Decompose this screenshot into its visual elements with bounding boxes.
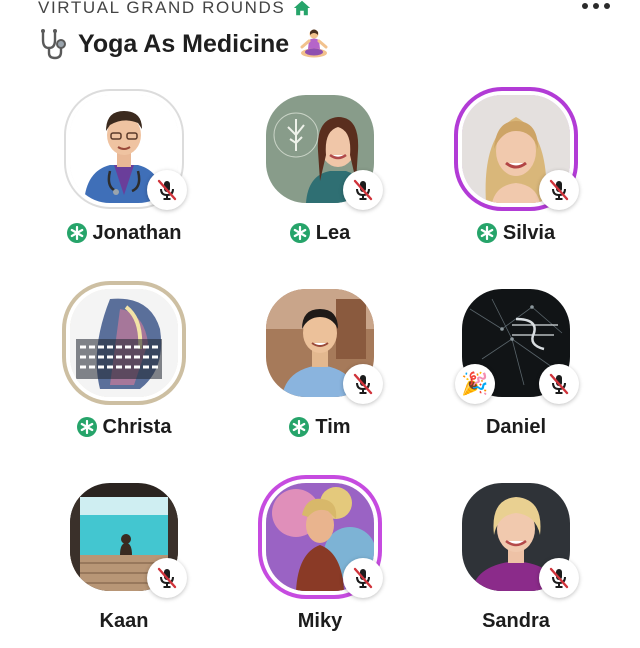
speaker-tile[interactable]: Christa: [44, 284, 204, 454]
speaker-tile[interactable]: 🎉 Daniel: [436, 284, 596, 454]
room-title-text: Yoga As Medicine: [78, 29, 290, 58]
avatar-wrap: [65, 90, 187, 210]
speaker-name: Daniel: [485, 415, 547, 438]
stethoscope-icon: [41, 29, 66, 60]
mute-badge: [343, 558, 383, 598]
club-name[interactable]: VIRTUAL GRAND ROUNDS: [38, 0, 285, 18]
club-header[interactable]: VIRTUAL GRAND ROUNDS: [38, 0, 311, 20]
name-row: Kaan: [100, 608, 149, 634]
speaker-name: Tim: [315, 415, 351, 438]
name-row: Jonathan: [66, 220, 182, 246]
mic-muted-icon: [549, 567, 569, 589]
moderator-icon: [76, 417, 97, 437]
name-row: Sandra: [482, 608, 550, 634]
mic-muted-icon: [549, 373, 569, 395]
avatar-wrap: [261, 284, 383, 404]
avatar-wrap: [457, 90, 579, 210]
moderator-icon: [289, 417, 310, 437]
speaker-name: Kaan: [99, 609, 149, 632]
mute-badge: [343, 170, 383, 210]
mute-badge: [343, 364, 383, 404]
name-row: Silvia: [476, 220, 556, 246]
speaker-tile[interactable]: Lea: [240, 90, 400, 260]
mute-badge: [147, 170, 187, 210]
mic-muted-icon: [157, 567, 177, 589]
avatar-image: [70, 289, 178, 397]
mic-muted-icon: [157, 179, 177, 201]
speaker-name: Christa: [102, 415, 172, 438]
speaker-tile[interactable]: Tim: [240, 284, 400, 454]
house-icon: [294, 0, 311, 16]
moderator-icon: [476, 223, 497, 243]
more-icon[interactable]: [582, 3, 610, 9]
speaker-tile[interactable]: Miky: [240, 478, 400, 648]
room-title: Yoga As Medicine: [36, 26, 331, 62]
yoga-icon: [300, 29, 328, 58]
speaker-tile[interactable]: Sandra: [436, 478, 596, 648]
mute-badge: [539, 558, 579, 598]
name-row: Christa: [76, 414, 172, 440]
name-row: Tim: [289, 414, 351, 440]
avatar-wrap: [261, 90, 383, 210]
more-dot: [582, 3, 588, 9]
moderator-icon: [66, 223, 87, 243]
speaker-tile[interactable]: Silvia: [436, 90, 596, 260]
mute-badge: [539, 364, 579, 404]
avatar-wrap: 🎉: [455, 284, 579, 404]
mute-badge: [147, 558, 187, 598]
more-dot: [604, 3, 610, 9]
speaker-name: Silvia: [502, 221, 556, 244]
speaker-name: Sandra: [482, 609, 550, 632]
speaker-tile[interactable]: Kaan: [44, 478, 204, 648]
mute-badge: [539, 170, 579, 210]
speaker-name: Miky: [297, 609, 343, 632]
moderator-icon: [289, 223, 310, 243]
more-dot: [593, 3, 599, 9]
mic-muted-icon: [353, 373, 373, 395]
name-row: Lea: [289, 220, 351, 246]
avatar-wrap: [65, 478, 187, 598]
avatar-wrap: [65, 284, 183, 402]
avatar[interactable]: [70, 289, 178, 397]
mic-muted-icon: [353, 567, 373, 589]
mic-muted-icon: [549, 179, 569, 201]
party-popper-icon: 🎉: [455, 364, 495, 404]
speaker-name: Jonathan: [92, 221, 182, 244]
name-row: Miky: [298, 608, 342, 634]
speaker-tile[interactable]: Jonathan: [44, 90, 204, 260]
mic-muted-icon: [353, 179, 373, 201]
name-row: Daniel: [486, 414, 546, 440]
avatar-wrap: [261, 478, 383, 598]
avatar-wrap: [457, 478, 579, 598]
speaker-name: Lea: [315, 221, 351, 244]
